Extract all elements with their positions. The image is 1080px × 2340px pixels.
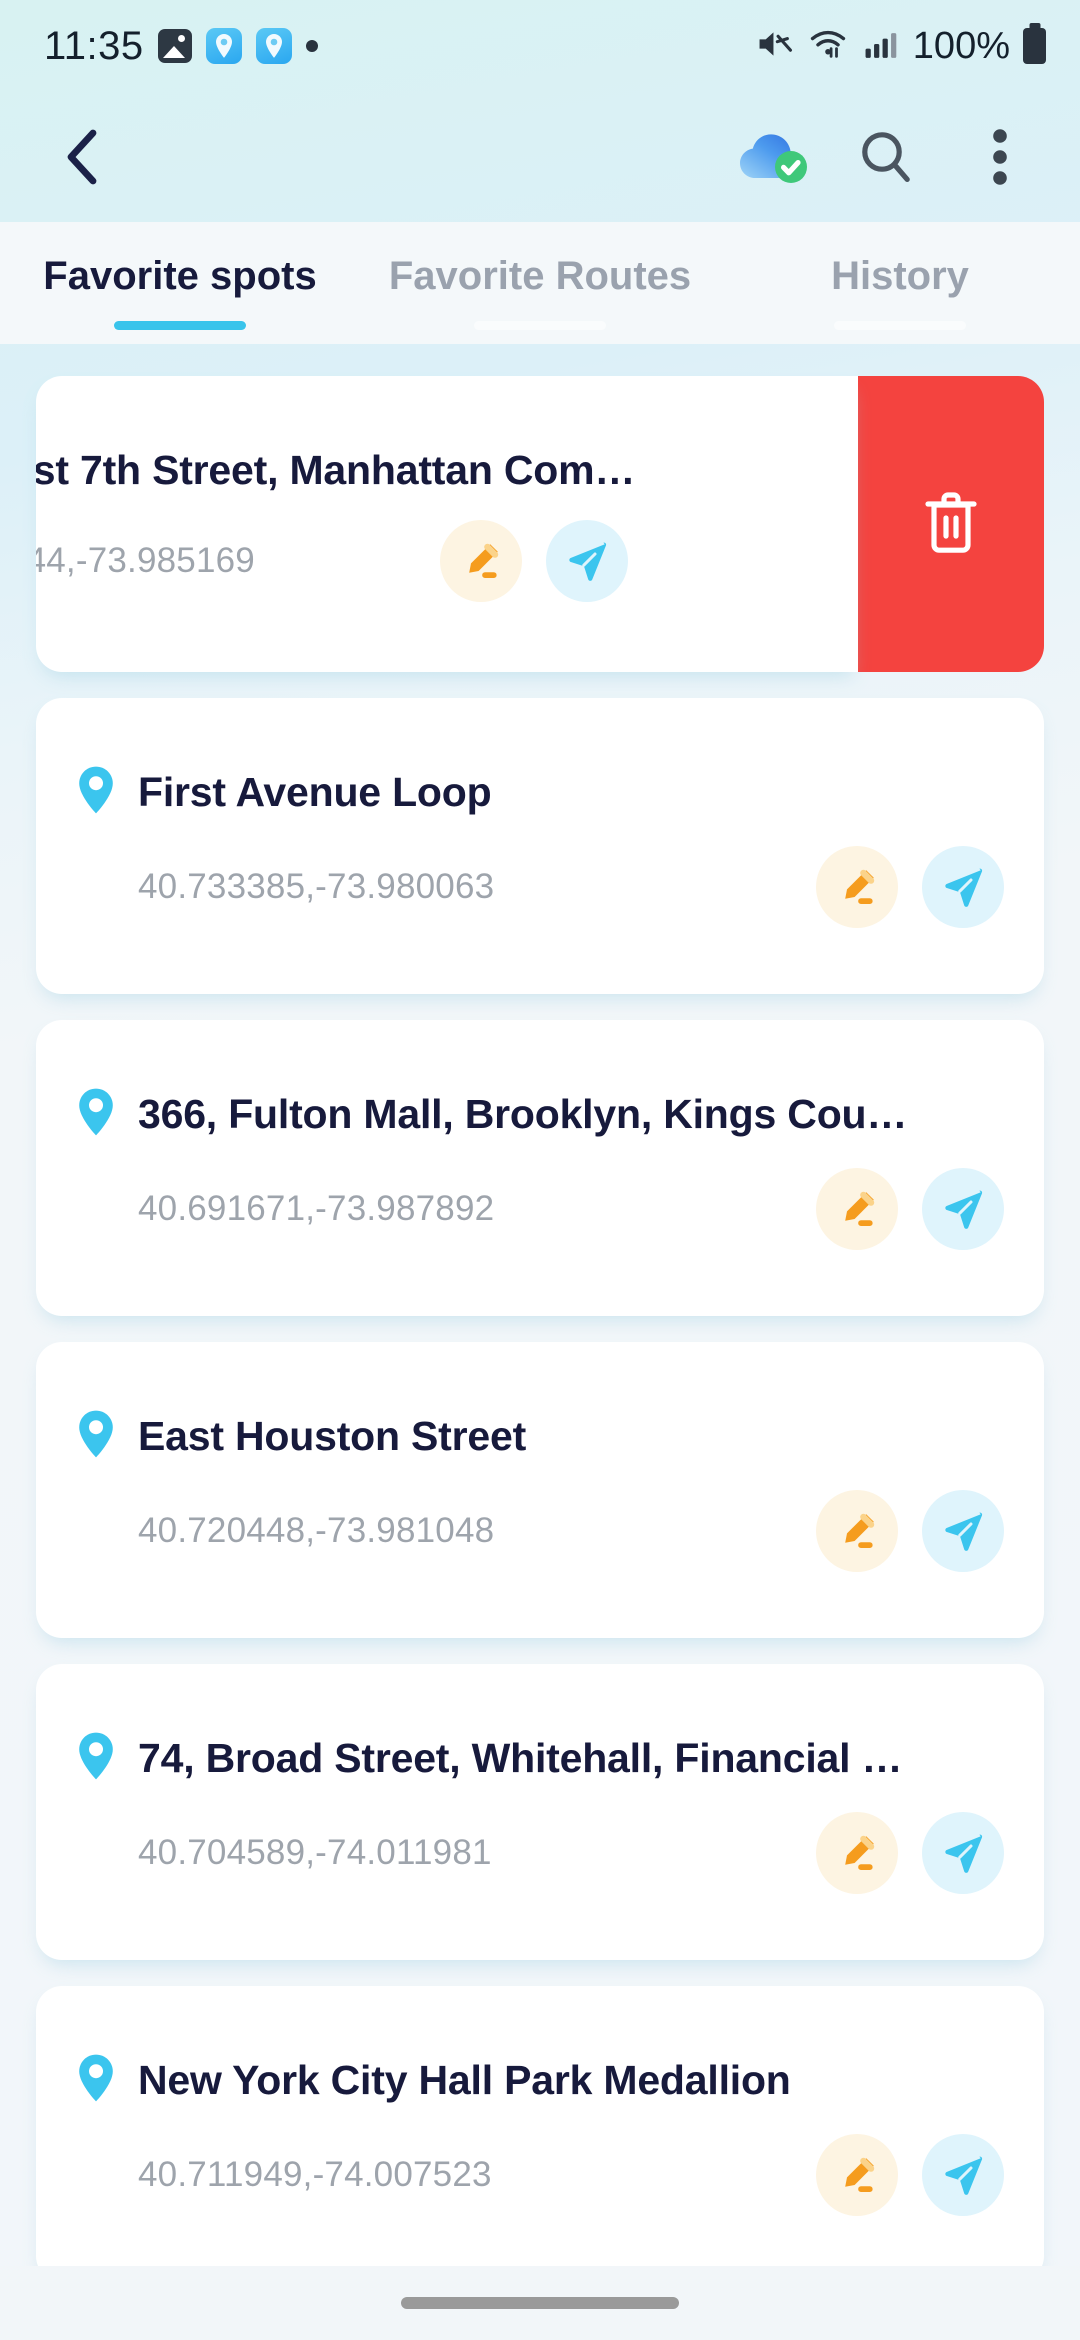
spot-sub-row: 40.720448,-73.981048 [76,1489,1004,1572]
tab-bar: Favorite spots Favorite Routes History [0,222,1080,344]
spot-card[interactable]: 366, Fulton Mall, Brooklyn, Kings Cou… 4… [36,1020,1044,1316]
edit-icon[interactable] [816,1811,898,1894]
spot-coordinates: 40.704589,-74.011981 [138,1832,492,1872]
tab-favorite-spots[interactable]: Favorite spots [0,222,360,344]
spot-coordinates: 40.711949,-74.007523 [138,2154,492,2194]
map-pin-icon [76,765,116,820]
spot-sub-row: 40.711949,-74.007523 [76,2133,1004,2216]
delete-button[interactable] [858,376,1044,672]
tab-favorite-routes[interactable]: Favorite Routes [360,222,720,344]
cloud-synced-icon[interactable] [734,119,810,195]
tab-indicator [114,321,246,330]
map-pin-icon [76,1731,116,1786]
list-item[interactable]: East Houston Street 40.720448,-73.981048 [36,1342,1044,1638]
mute-icon [756,27,794,66]
spot-coordinates: 40.691671,-73.987892 [138,1188,495,1228]
edit-icon[interactable] [816,2133,898,2216]
spot-title-row: 0, East 7th Street, Manhattan Com… [36,447,818,494]
edit-icon[interactable] [816,1167,898,1250]
list-item[interactable]: New York City Hall Park Medallion 40.711… [36,1986,1044,2266]
toolbar-actions [734,119,1038,195]
app-toolbar [0,92,1080,222]
spot-sub-row: 40.733385,-73.980063 [76,845,1004,928]
system-navigation-bar [0,2266,1080,2340]
map-app-icon [255,28,292,64]
list-item[interactable]: 0, East 7th Street, Manhattan Com… .7265… [36,376,1044,672]
navigate-icon[interactable] [546,519,628,602]
app-screen: 11:35 100% Favorite spots Favorite Route… [0,0,1080,2340]
spot-sub-row: 40.691671,-73.987892 [76,1167,1004,1250]
map-pin-icon [76,1409,116,1464]
spot-title-row: 74, Broad Street, Whitehall, Financial … [76,1731,1004,1786]
spot-coordinates: 40.720448,-73.981048 [138,1510,495,1550]
tab-label: History [831,254,969,298]
tab-indicator [474,321,606,330]
spot-card-content: 0, East 7th Street, Manhattan Com… .7265… [36,447,858,602]
list-item[interactable]: 74, Broad Street, Whitehall, Financial …… [36,1664,1044,1960]
back-icon[interactable] [46,120,120,194]
battery-percent-label: 100% [912,24,1010,67]
spot-sub-row: .726544,-73.985169 [36,519,628,602]
edit-icon[interactable] [440,519,522,602]
signal-icon [862,27,900,66]
navigate-icon[interactable] [922,1811,1004,1894]
navigate-icon[interactable] [922,845,1004,928]
battery-icon [1023,28,1046,64]
delete-icon [920,488,982,561]
gallery-icon [157,29,192,63]
recording-dot-icon [305,40,318,52]
spot-actions [816,845,1004,928]
spot-title: 366, Fulton Mall, Brooklyn, Kings Cou… [138,1090,908,1137]
tab-label: Favorite spots [43,254,317,298]
spot-title: East Houston Street [138,1412,527,1459]
spot-actions [816,1811,1004,1894]
spot-coordinates: .726544,-73.985169 [36,540,255,580]
spot-title-row: New York City Hall Park Medallion [76,2053,1004,2108]
list-item[interactable]: 366, Fulton Mall, Brooklyn, Kings Cou… 4… [36,1020,1044,1316]
tab-label: Favorite Routes [388,254,692,298]
tab-history[interactable]: History [720,222,1080,344]
home-gesture-pill[interactable] [401,2297,679,2309]
spot-title: New York City Hall Park Medallion [138,2056,791,2103]
spot-card[interactable]: East Houston Street 40.720448,-73.981048 [36,1342,1044,1638]
navigate-icon[interactable] [922,2133,1004,2216]
spot-coordinates: 40.733385,-73.980063 [138,866,495,906]
spot-actions [816,1167,1004,1250]
spot-actions [816,1489,1004,1572]
edit-icon[interactable] [816,1489,898,1572]
status-time: 11:35 [44,23,144,68]
spot-card[interactable]: First Avenue Loop 40.733385,-73.980063 [36,698,1044,994]
list-item[interactable]: First Avenue Loop 40.733385,-73.980063 [36,698,1044,994]
favorite-spots-list[interactable]: 0, East 7th Street, Manhattan Com… .7265… [0,344,1080,2266]
map-app-icon [205,28,242,64]
spot-title: 0, East 7th Street, Manhattan Com… [36,446,636,493]
spot-sub-row: 40.704589,-74.011981 [76,1811,1004,1894]
status-bar-right: 100% [756,25,1046,68]
edit-icon[interactable] [816,845,898,928]
status-bar: 11:35 100% [0,0,1080,92]
spot-card[interactable]: 0, East 7th Street, Manhattan Com… .7265… [36,376,858,672]
search-icon[interactable] [848,119,924,195]
tab-indicator [834,321,966,330]
spot-actions [816,2133,1004,2216]
spot-title: 74, Broad Street, Whitehall, Financial … [138,1734,903,1781]
spot-card[interactable]: New York City Hall Park Medallion 40.711… [36,1986,1044,2266]
spot-title-row: East Houston Street [76,1409,1004,1464]
map-pin-icon [76,1087,116,1142]
map-pin-icon [76,2053,116,2108]
navigate-icon[interactable] [922,1167,1004,1250]
spot-title-row: First Avenue Loop [76,765,1004,820]
spot-title-row: 366, Fulton Mall, Brooklyn, Kings Cou… [76,1087,1004,1142]
navigate-icon[interactable] [922,1489,1004,1572]
spot-card[interactable]: 74, Broad Street, Whitehall, Financial …… [36,1664,1044,1960]
spot-title: First Avenue Loop [138,768,492,815]
wifi-icon [807,27,849,66]
spot-actions [440,519,628,602]
more-options-icon[interactable] [962,119,1038,195]
status-bar-left: 11:35 [44,24,318,69]
